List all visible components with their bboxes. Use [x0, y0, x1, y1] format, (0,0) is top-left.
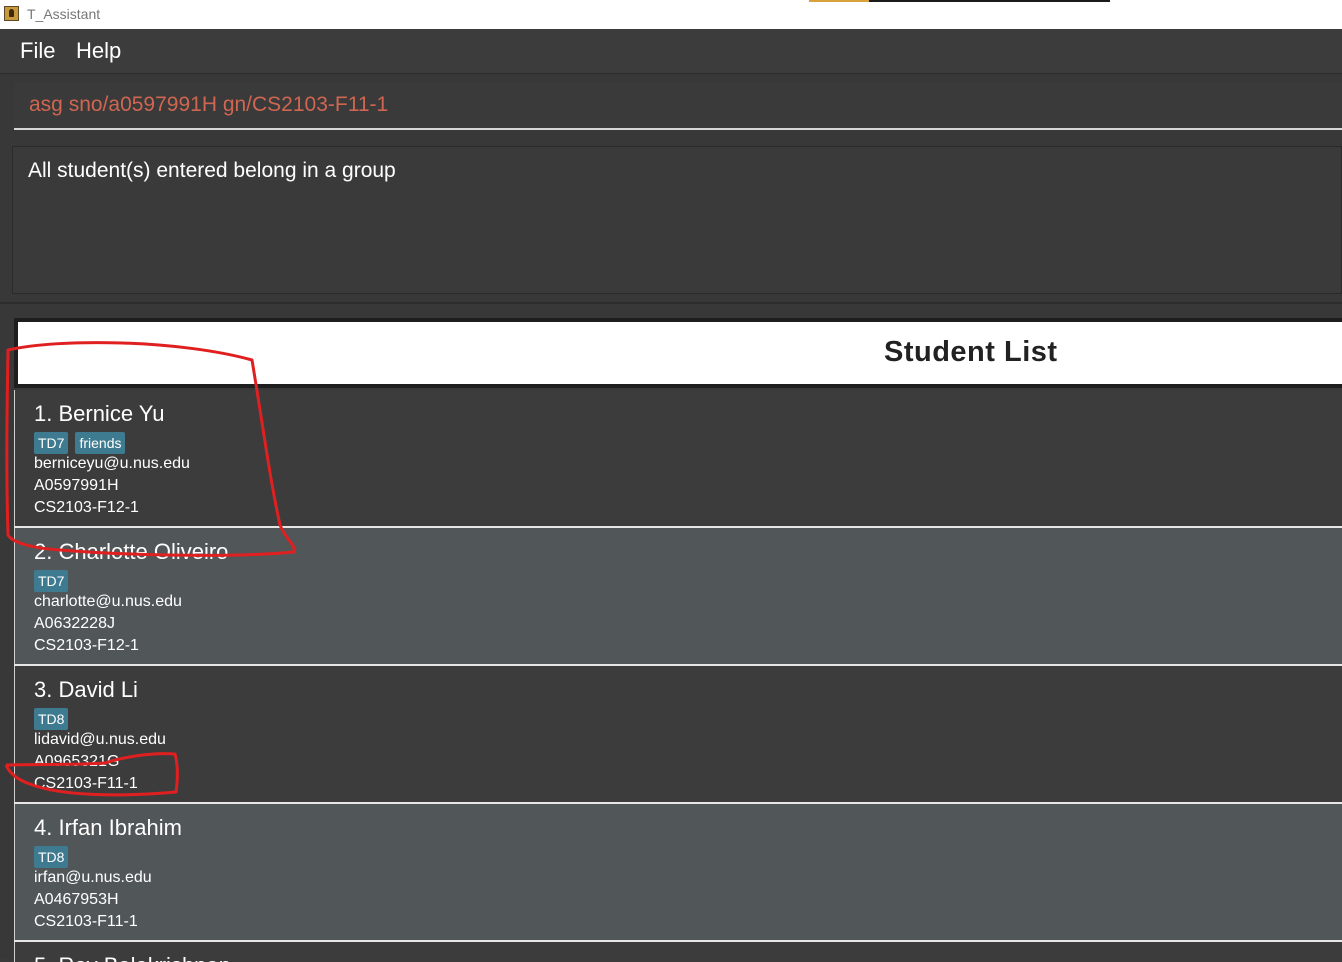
- student-card[interactable]: 3. David Li TD8 lidavid@u.nus.edu A09653…: [14, 666, 1342, 802]
- student-name: 3. David Li: [34, 677, 138, 702]
- menu-bar: File Help: [0, 29, 1342, 74]
- student-card[interactable]: 4. Irfan Ibrahim TD8 irfan@u.nus.edu A04…: [14, 804, 1342, 940]
- student-list-header: Student List: [14, 318, 1342, 388]
- student-card[interactable]: 1. Bernice Yu TD7 friends berniceyu@u.nus…: [14, 390, 1342, 526]
- title-bar-accent-strip: [809, 0, 869, 2]
- tag-badge: TD7: [34, 432, 69, 454]
- student-number: A0965321G: [34, 753, 120, 770]
- student-email: lidavid@u.nus.edu: [34, 731, 166, 748]
- student-email: irfan@u.nus.edu: [34, 869, 152, 886]
- result-display: All student(s) entered belong in a group: [12, 146, 1342, 294]
- student-name: 1. Bernice Yu: [34, 401, 165, 426]
- student-tags: TD7: [34, 570, 75, 592]
- student-number: A0467953H: [34, 891, 119, 908]
- student-group: CS2103-F11-1: [34, 913, 138, 930]
- student-list-panel: Student List 1. Bernice Yu TD7 friends be…: [0, 302, 1342, 962]
- tag-badge: TD8: [34, 708, 69, 730]
- student-list-header-inner: Student List: [18, 322, 1342, 384]
- student-card[interactable]: 2. Charlotte Oliveiro TD7 charlotte@u.nu…: [14, 528, 1342, 664]
- student-tags: TD7 friends: [34, 432, 132, 454]
- tag-badge: TD8: [34, 846, 69, 868]
- window-title: T_Assistant: [27, 6, 101, 22]
- student-number: A0632228J: [34, 615, 115, 632]
- command-box-panel: asg sno/a0597991H gn/CS2103-F11-1: [0, 74, 1342, 138]
- command-input[interactable]: asg sno/a0597991H gn/CS2103-F11-1: [14, 82, 1342, 130]
- student-tags: TD8: [34, 708, 75, 730]
- tag-badge: TD7: [34, 570, 69, 592]
- student-card[interactable]: 5. Roy Balakrishnan: [14, 942, 1342, 962]
- student-group: CS2103-F12-1: [34, 499, 139, 516]
- title-bar-dark-strip: [869, 0, 1110, 2]
- menu-help[interactable]: Help: [76, 38, 121, 64]
- result-display-panel: All student(s) entered belong in a group: [0, 138, 1342, 302]
- student-list-title: Student List: [884, 336, 1058, 368]
- student-name: 4. Irfan Ibrahim: [34, 815, 182, 840]
- student-email: berniceyu@u.nus.edu: [34, 455, 190, 472]
- student-group: CS2103-F12-1: [34, 637, 139, 654]
- student-number: A0597991H: [34, 477, 119, 494]
- student-group: CS2103-F11-1: [34, 775, 138, 792]
- tag-badge: friends: [75, 432, 126, 454]
- app-icon: [4, 6, 19, 21]
- student-name: 2. Charlotte Oliveiro: [34, 539, 229, 564]
- student-name: 5. Roy Balakrishnan: [34, 953, 231, 962]
- student-tags: TD8: [34, 846, 75, 868]
- window-title-bar: T_Assistant: [0, 0, 1342, 29]
- student-email: charlotte@u.nus.edu: [34, 593, 182, 610]
- menu-file[interactable]: File: [20, 38, 55, 64]
